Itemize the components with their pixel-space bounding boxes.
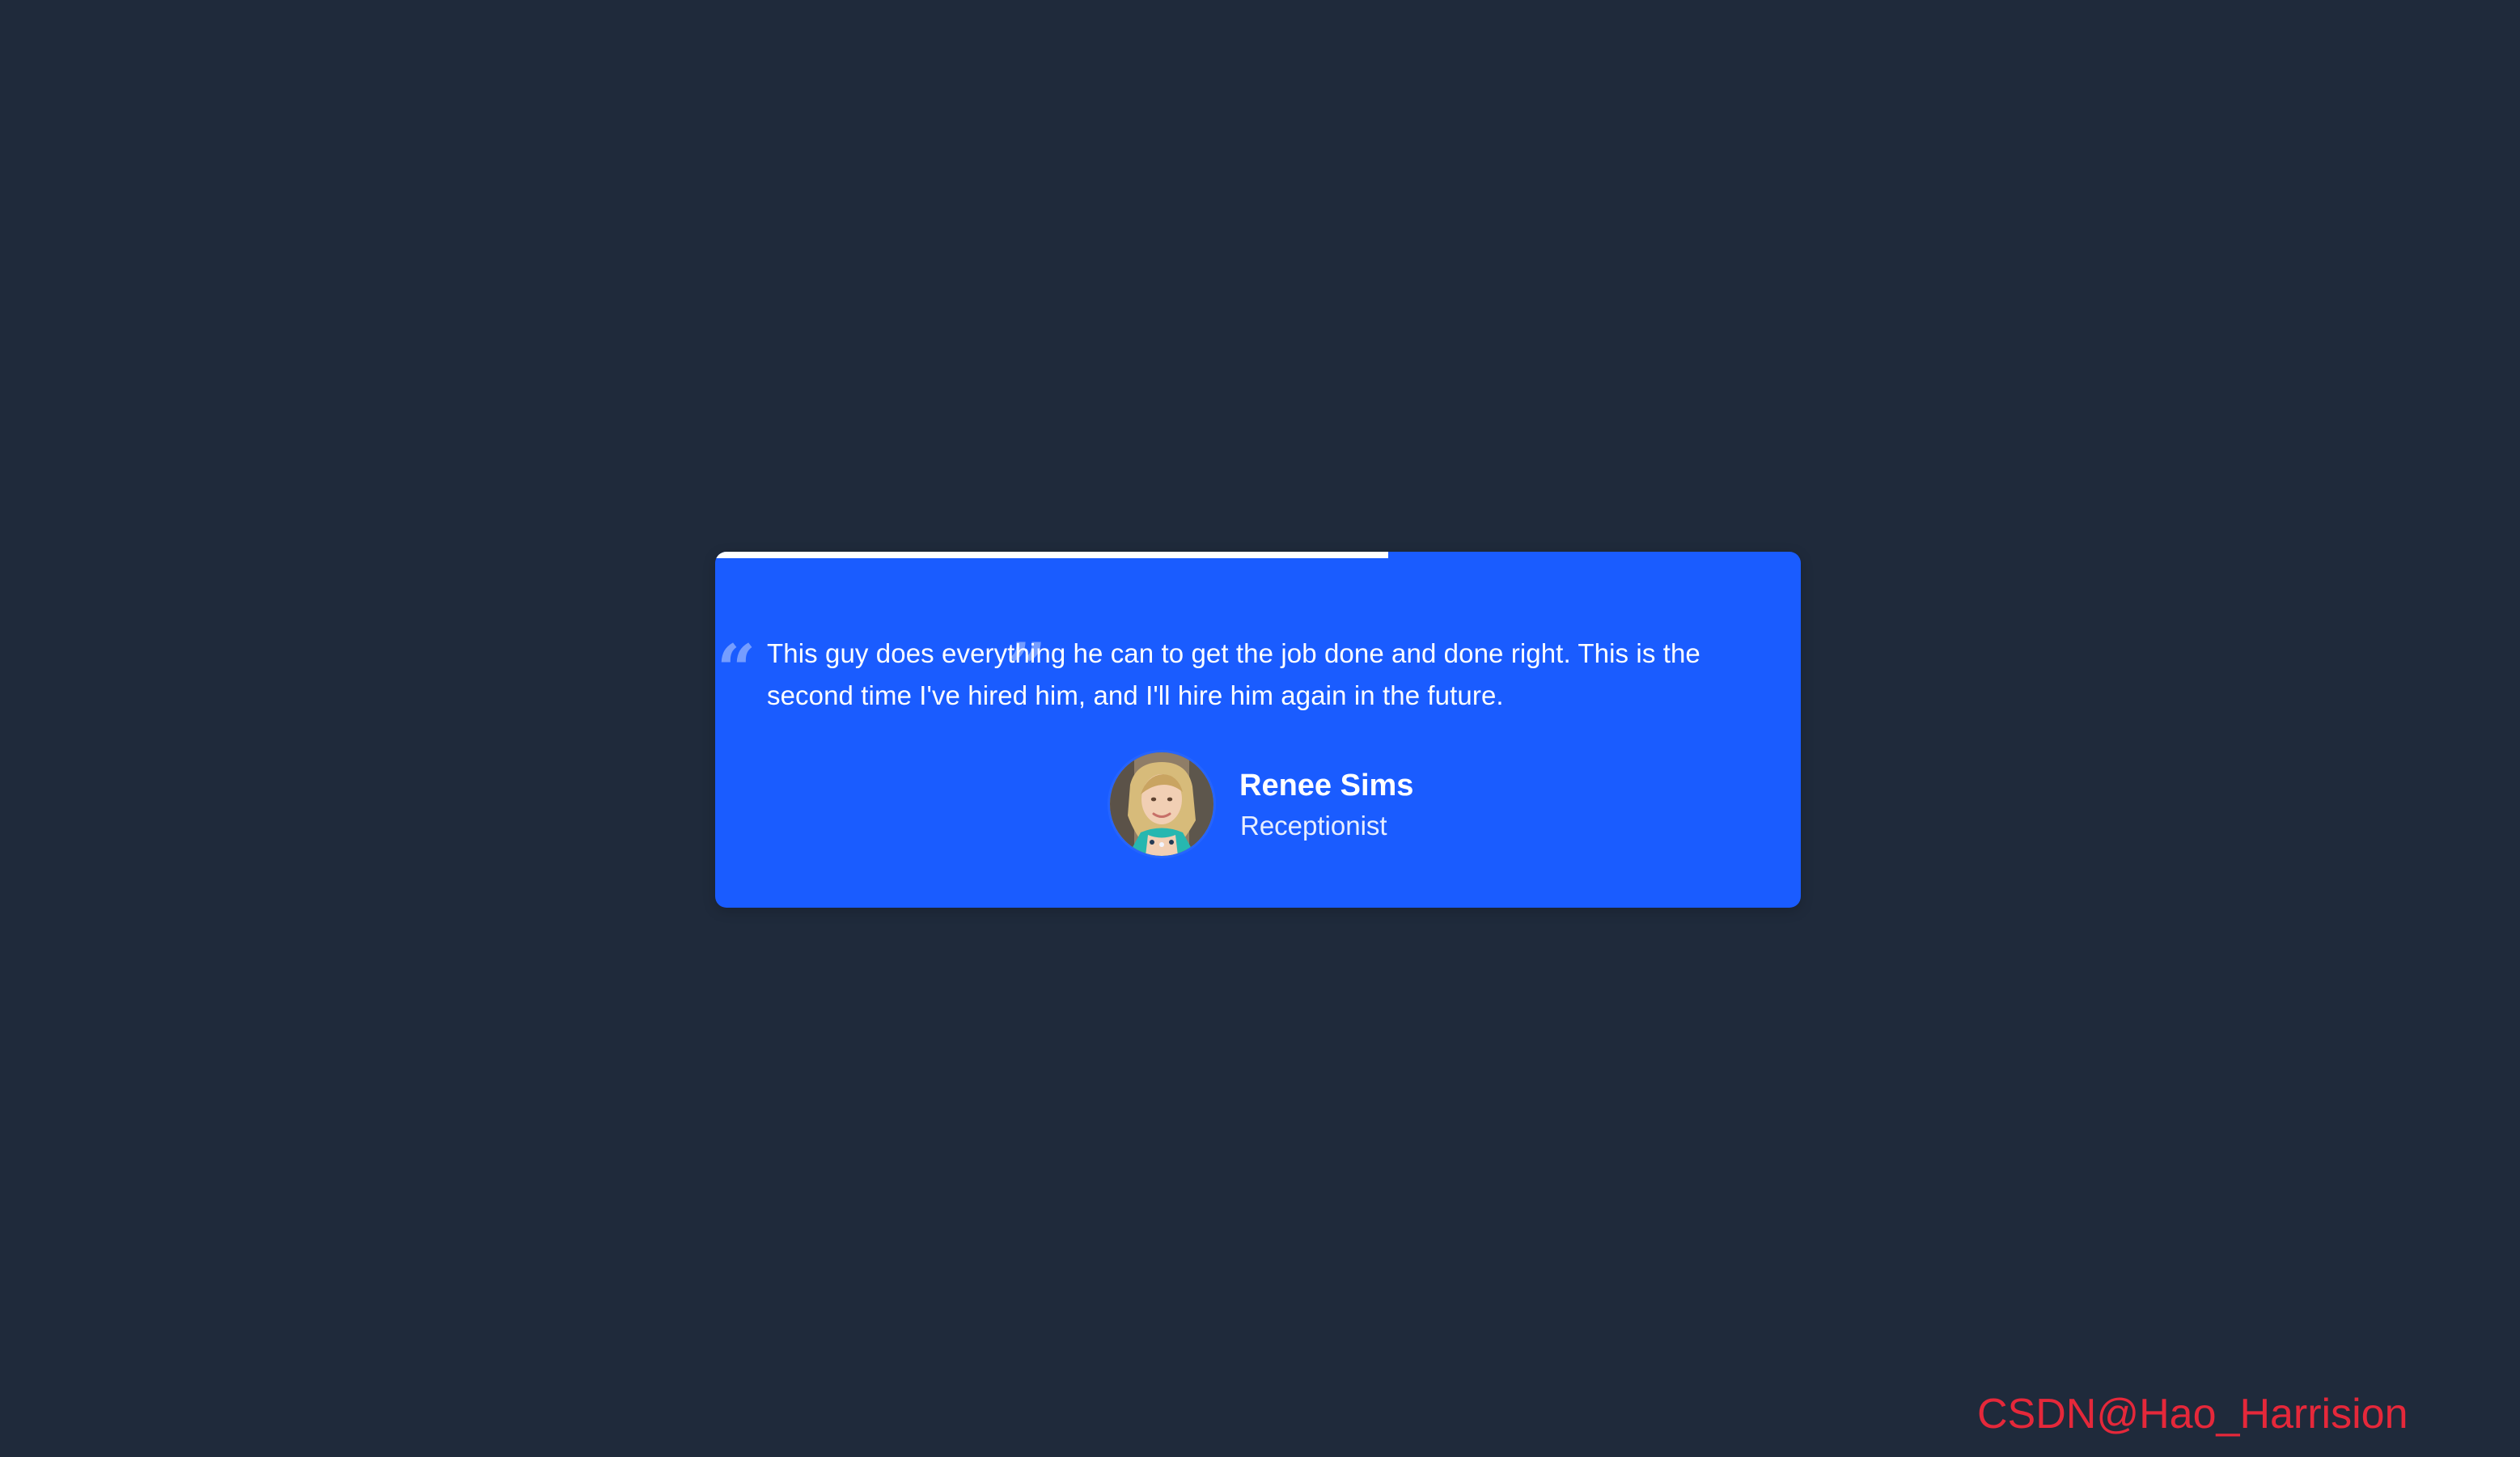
testimonial-quote: This guy does everything he can to get t… [767, 638, 1700, 710]
author-name: Renee Sims [1239, 769, 1414, 803]
testimonial-author: Renee Sims Receptionist [1110, 752, 1450, 859]
watermark-text: CSDN@Hao_Harrision [1977, 1391, 2408, 1438]
progress-fill [715, 552, 1389, 558]
author-role: Receptionist [1240, 811, 1387, 841]
testimonial-card: “ ” This guy does everything he can to g… [715, 552, 1801, 908]
author-avatar [1110, 752, 1213, 856]
progress-bar [715, 552, 1801, 558]
quote-open-icon: “ [717, 629, 756, 709]
